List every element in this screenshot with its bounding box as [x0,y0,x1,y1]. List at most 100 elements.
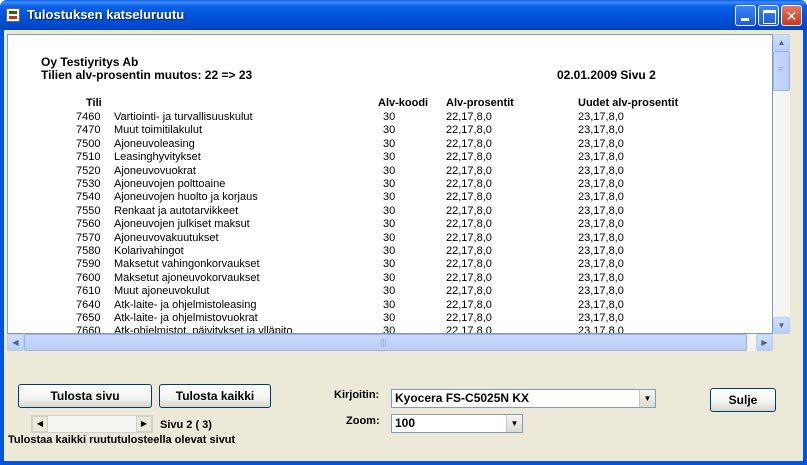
company-name: Oy Testiyritys Ab [41,55,139,69]
table-row: 7640 Atk-laite- ja ohjelmistoleasing 30 22,… [8,298,772,312]
vat-code-cell: 30 [383,231,396,244]
account-name-cell: Muut ajoneuvokulut [114,285,210,298]
vat-percent-cell: 22,17,8,0 [446,285,492,298]
account-cell: 7510 [76,151,101,164]
table-row: 7540 Ajoneuvojen huolto ja korjaus 30 22,17… [8,191,772,204]
table-row: 7520 Ajoneuvovuokrat 30 22,17,8,0 23,17,8,0 [8,164,772,178]
close-icon: ✕ [785,8,798,24]
vat-percent-cell: 22,17,8,0 [446,258,492,271]
report-preview[interactable]: Oy Testiyritys Ab Tilien alv-prosentin m… [7,34,773,334]
maximize-button[interactable] [758,5,779,26]
title-bar[interactable]: Tulostuksen katseluruutu ✕ [0,0,807,30]
table-row: 7550 Renkaat ja autotarvikkeet 30 22,17,8,0… [8,204,772,218]
account-cell: 7650 [76,312,101,324]
vat-percent-cell: 22,17,8,0 [446,245,492,257]
report-subtitle: Tilien alv-prosentin muutos: 22 => 23 [41,68,253,82]
minimize-button[interactable] [735,5,756,26]
account-cell: 7610 [76,285,101,298]
vat-percent-cell: 22,17,8,0 [446,325,492,334]
zoom-value: 100 [395,416,416,430]
column-header-account: Tili [86,97,102,109]
chevron-down-icon[interactable]: ▼ [506,415,522,432]
vat-code-cell: 30 [383,164,396,177]
vat-code-cell: 30 [383,137,396,150]
vat-code-cell: 30 [383,204,396,217]
zoom-select[interactable]: 100 ▼ [391,414,523,433]
account-cell: 7560 [76,218,101,231]
window-title: Tulostuksen katseluruutu [27,7,185,22]
account-cell: 7530 [76,178,101,190]
vat-code-cell: 30 [383,271,396,284]
vat-percent-cell: 22,17,8,0 [446,218,492,231]
vertical-scroll-thumb[interactable]: ≡ [773,51,790,91]
account-cell: 7470 [76,124,101,137]
account-name-cell: Ajoneuvovakuutukset [114,231,219,244]
vat-code-cell: 30 [383,325,396,334]
client-area: Oy Testiyritys Ab Tilien alv-prosentin m… [4,30,803,461]
vat-code-cell: 30 [383,111,396,123]
horizontal-scrollbar[interactable]: ◀ ||| ▶ [7,334,773,351]
account-cell: 7540 [76,191,101,204]
new-vat-percent-cell: 23,17,8,0 [578,271,624,284]
vat-percent-cell: 22,17,8,0 [446,178,492,190]
scroll-right-button[interactable]: ▶ [756,334,773,351]
table-row: 7560 Ajoneuvojen julkiset maksut 30 22,17,8… [8,218,772,231]
horizontal-scroll-thumb[interactable]: ||| [24,334,747,351]
table-row: 7510 Leasinghyvitykset 30 22,17,8,0 23,17,8,… [8,151,772,164]
page-prev-button[interactable]: ◀ [32,416,48,432]
new-vat-percent-cell: 23,17,8,0 [578,151,624,164]
close-label: Sulje [728,393,758,407]
new-vat-percent-cell: 23,17,8,0 [578,245,624,257]
print-all-button[interactable]: Tulosta kaikki [159,384,271,408]
scroll-down-button[interactable]: ▼ [773,317,790,334]
account-name-cell: Maksetut ajoneuvokorvaukset [114,271,260,284]
page-next-button[interactable]: ▶ [136,416,152,432]
column-header-new-vat-percent: Uudet alv-prosentit [578,97,679,109]
new-vat-percent-cell: 23,17,8,0 [578,124,624,137]
account-cell: 7580 [76,245,101,257]
vertical-scrollbar[interactable]: ▲ ≡ ▼ [773,34,790,334]
account-name-cell: Atk-laite- ja ohjelmistovuokrat [114,312,258,324]
account-name-cell: Kolarivahingot [114,245,184,257]
new-vat-percent-cell: 23,17,8,0 [578,111,624,123]
vat-percent-cell: 22,17,8,0 [446,151,492,164]
printer-select[interactable]: Kyocera FS-C5025N KX ▼ [391,389,656,408]
new-vat-percent-cell: 23,17,8,0 [578,164,624,177]
vat-code-cell: 30 [383,258,396,271]
account-cell: 7550 [76,204,101,217]
scroll-up-button[interactable]: ▲ [773,34,790,51]
table-row: 7610 Muut ajoneuvokulut 30 22,17,8,0 23,17,8… [8,285,772,298]
account-cell: 7460 [76,111,101,123]
new-vat-percent-cell: 23,17,8,0 [578,258,624,271]
vat-percent-cell: 22,17,8,0 [446,271,492,284]
app-icon[interactable] [6,8,20,22]
table-row: 7500 Ajoneuvoleasing 30 22,17,8,0 23,17,8,0 [8,137,772,151]
print-all-label: Tulosta kaikki [175,389,255,403]
account-cell: 7600 [76,271,101,284]
report-page: Oy Testiyritys Ab Tilien alv-prosentin m… [8,35,772,334]
chevron-down-icon[interactable]: ▼ [639,390,655,407]
new-vat-percent-cell: 23,17,8,0 [578,231,624,244]
account-name-cell: Vartiointi- ja turvallisuuskulut [114,111,253,123]
close-window-button[interactable]: ✕ [781,5,802,26]
page-scrollbar[interactable]: ◀ ▶ [31,415,153,433]
table-row: 7590 Maksetut vahingonkorvaukset 30 22,17,8… [8,258,772,271]
vat-code-cell: 30 [383,124,396,137]
vat-percent-cell: 22,17,8,0 [446,191,492,204]
table-row: 7580 Kolarivahingot 30 22,17,8,0 23,17,8,0 [8,245,772,258]
vat-code-cell: 30 [383,178,396,190]
account-cell: 7660 [76,325,101,334]
print-page-label: Tulosta sivu [50,389,120,403]
vat-percent-cell: 22,17,8,0 [446,298,492,311]
new-vat-percent-cell: 23,17,8,0 [578,312,624,324]
vat-code-cell: 30 [383,298,396,311]
new-vat-percent-cell: 23,17,8,0 [578,325,624,334]
new-vat-percent-cell: 23,17,8,0 [578,137,624,150]
vat-code-cell: 30 [383,191,396,204]
account-name-cell: Muut toimitilakulut [114,124,203,137]
vat-code-cell: 30 [383,312,396,324]
print-page-button[interactable]: Tulosta sivu [18,384,152,408]
close-button[interactable]: Sulje [710,388,776,412]
scroll-left-button[interactable]: ◀ [7,334,24,351]
account-cell: 7570 [76,231,101,244]
